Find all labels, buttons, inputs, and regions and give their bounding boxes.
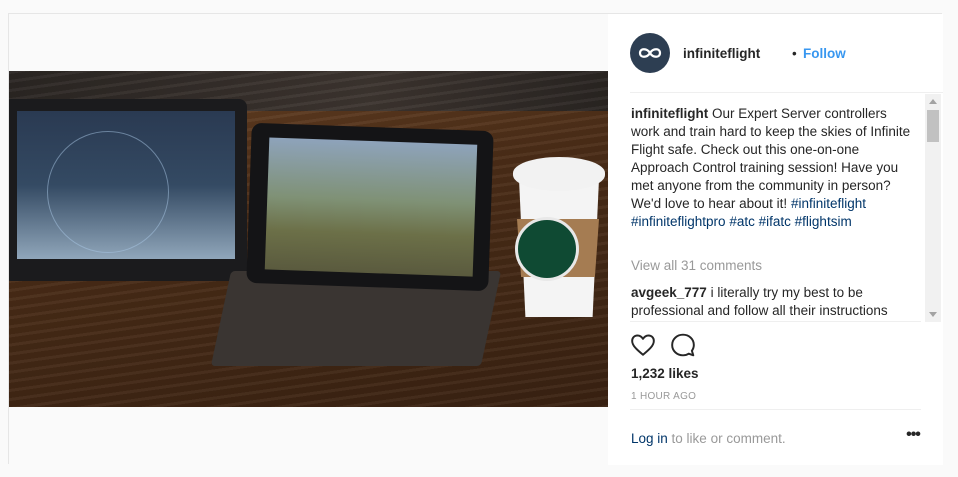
footer-divider (630, 409, 921, 410)
infinity-logo-glyph (638, 48, 662, 58)
hashtag-link[interactable]: #flightsim (795, 214, 852, 229)
photo-radar-circle (47, 131, 169, 253)
post-photo[interactable] (9, 71, 608, 407)
comment-glyph (671, 333, 695, 357)
post-sidebar: infiniteflight • Follow infiniteflight O… (608, 14, 943, 465)
hashtag-link[interactable]: #infiniteflight (791, 196, 866, 211)
heart-icon[interactable] (630, 332, 656, 358)
post-card: infiniteflight • Follow infiniteflight O… (8, 13, 943, 465)
post-header: infiniteflight • Follow (608, 14, 943, 92)
caption-text: Our Expert Server controllers work and t… (631, 106, 911, 211)
caption-username[interactable]: infiniteflight (631, 106, 708, 121)
photo-cup-logo (515, 217, 579, 281)
post-timestamp[interactable]: 1 HOUR AGO (631, 391, 696, 402)
comment-item: avgeek_777 i literally try my best to be… (631, 284, 916, 320)
photo-coffee-cup (509, 157, 605, 317)
photo-tablet-middle (246, 122, 494, 292)
comment-username[interactable]: avgeek_777 (631, 285, 707, 300)
post-media (9, 14, 608, 465)
scroll-down-arrow-icon[interactable] (929, 312, 937, 317)
actions-divider (630, 321, 921, 322)
photo-cup-lid (513, 157, 605, 191)
view-all-comments-link[interactable]: View all 31 comments (631, 258, 762, 273)
follow-button[interactable]: Follow (803, 46, 846, 61)
login-prompt-text: to like or comment. (667, 431, 786, 446)
photo-tablet-middle-screen (264, 137, 478, 277)
header-separator: • (792, 46, 797, 61)
post-caption: infiniteflight Our Expert Server control… (631, 105, 916, 231)
photo-tablet-left (9, 99, 247, 281)
login-prompt: Log in to like or comment. (631, 431, 786, 446)
scroll-up-arrow-icon[interactable] (929, 99, 937, 104)
comment-bubble-icon[interactable] (670, 332, 696, 358)
comments-scrollbar[interactable] (925, 94, 941, 322)
login-link[interactable]: Log in (631, 431, 668, 446)
heart-glyph (631, 334, 655, 356)
photo-tablet-left-screen (17, 111, 235, 259)
hashtag-link[interactable]: #infiniteflightpro (631, 214, 726, 229)
ellipsis-icon[interactable]: ••• (902, 426, 924, 446)
scrollbar-thumb[interactable] (927, 110, 939, 142)
likes-count[interactable]: 1,232 likes (631, 366, 699, 381)
hashtag-link[interactable]: #ifatc (759, 214, 791, 229)
infinity-logo-icon[interactable] (630, 33, 670, 73)
comments-list[interactable]: infiniteflight Our Expert Server control… (608, 93, 943, 321)
hashtag-link[interactable]: #atc (729, 214, 755, 229)
post-username[interactable]: infiniteflight (683, 46, 760, 61)
